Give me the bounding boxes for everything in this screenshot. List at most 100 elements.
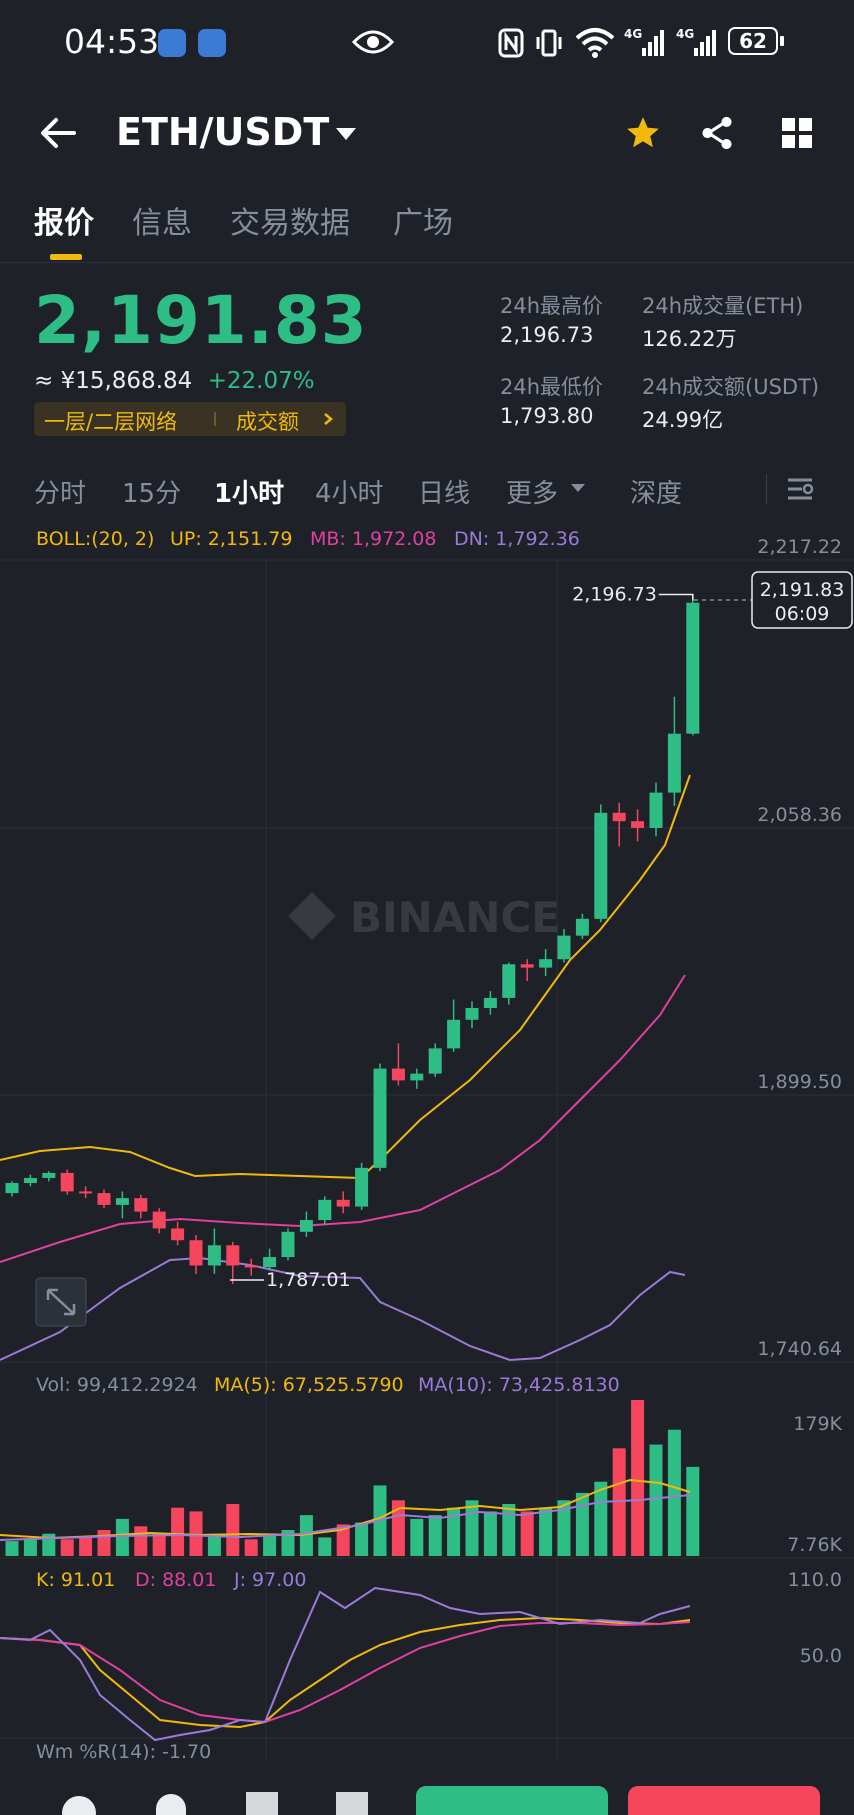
boll-mb-line <box>0 974 686 1263</box>
volume-bars-group <box>5 1400 700 1556</box>
volume-bar <box>631 1400 645 1556</box>
more-dots-icon[interactable] <box>62 1796 96 1815</box>
volume-bar <box>97 1530 111 1556</box>
interval-4h[interactable]: 4小时 <box>315 473 384 510</box>
chart-settings-icon[interactable] <box>784 474 816 504</box>
svg-text:4G: 4G <box>676 27 694 41</box>
eye-icon <box>352 30 394 54</box>
volume-bar <box>115 1518 129 1556</box>
candle-body <box>557 935 571 960</box>
volume-bar <box>263 1533 277 1556</box>
vol-tick-2: 7.76K <box>787 1534 842 1556</box>
vol-ma5-label: MA(5): 67,525.5790 <box>214 1374 404 1396</box>
grid-strategy-icon[interactable] <box>336 1792 368 1815</box>
buy-button[interactable] <box>416 1786 608 1815</box>
interval-divider <box>766 474 767 504</box>
candle-body <box>79 1191 93 1194</box>
candle-body <box>5 1183 19 1194</box>
svg-text:4G: 4G <box>624 27 642 41</box>
candle-body <box>465 1008 479 1020</box>
interval-depth[interactable]: 深度 <box>630 473 682 510</box>
tab-quote[interactable]: 报价 <box>34 198 94 242</box>
volume-bar <box>23 1539 37 1556</box>
app-notification-icon <box>158 29 186 57</box>
price-cny-line: ≈ ¥15,868.84 +22.07% <box>34 368 315 394</box>
candle-body <box>594 812 608 919</box>
price-tick-1: 2,217.22 <box>757 536 842 558</box>
status-time: 04:53 <box>64 22 160 61</box>
candle-body <box>539 959 553 968</box>
candle-body <box>226 1245 240 1266</box>
wr-label: Wm %R(14): -1.70 <box>36 1741 211 1760</box>
share-icon[interactable] <box>698 114 736 152</box>
chart-grid <box>0 559 854 1760</box>
volume-bar <box>686 1466 700 1556</box>
tab-trade-data[interactable]: 交易数据 <box>230 198 350 242</box>
candle-body <box>207 1245 221 1266</box>
candle-body <box>373 1068 387 1168</box>
network-badge[interactable]: 一层/二层网络 成交额 <box>34 402 346 436</box>
stat-low-label: 24h最低价 <box>500 375 604 399</box>
candle-body <box>115 1198 129 1205</box>
candle-body <box>263 1257 277 1268</box>
volume-bar <box>539 1507 553 1556</box>
volume-bar <box>355 1522 369 1556</box>
chevron-down-icon[interactable] <box>334 126 358 142</box>
candle-body <box>575 918 589 936</box>
volume-bar <box>60 1539 74 1556</box>
candle-body <box>355 1167 369 1207</box>
candle-body <box>318 1199 332 1221</box>
status-bar: 04:53 4G 4G 62 <box>0 0 854 86</box>
volume-bar <box>428 1515 442 1556</box>
back-arrow-icon[interactable] <box>38 116 78 150</box>
volume-bar <box>134 1526 148 1556</box>
candle-body <box>60 1172 74 1192</box>
battery-tip <box>780 36 784 46</box>
volume-bar <box>152 1533 166 1556</box>
stat-vol-usdt-value: 24.99亿 <box>642 408 724 432</box>
tab-info[interactable]: 信息 <box>132 198 192 242</box>
interval-daily[interactable]: 日线 <box>418 473 470 510</box>
sell-button[interactable] <box>628 1786 820 1815</box>
kdj-j-label: J: 97.00 <box>233 1569 306 1591</box>
interval-more[interactable]: 更多 <box>506 473 558 510</box>
signal-4g-2-icon: 4G <box>676 27 716 56</box>
candle-body <box>631 821 645 828</box>
more-dropdown-icon[interactable] <box>570 483 586 493</box>
candle-body <box>152 1211 166 1229</box>
boll-up-label: UP: 2,151.79 <box>170 528 292 550</box>
stat-high-label: 24h最高价 <box>500 294 604 318</box>
watermark-text: BINANCE <box>350 893 560 942</box>
star-icon[interactable] <box>624 114 662 152</box>
trading-bot-icon[interactable] <box>246 1792 278 1815</box>
interval-1h[interactable]: 1小时 <box>214 473 284 510</box>
low-price-marker: 1,787.01 <box>266 1269 351 1291</box>
candle-body <box>667 733 681 793</box>
tab-square[interactable]: 广场 <box>393 198 453 242</box>
boll-up-line <box>0 774 691 1180</box>
stat-vol-usdt-label: 24h成交额(USDT) <box>642 375 820 399</box>
candle-body <box>612 812 626 822</box>
candle-body <box>502 964 516 998</box>
pair-title[interactable]: ETH/USDT <box>116 110 329 154</box>
current-price-tag-value: 2,191.83 <box>760 579 845 601</box>
alert-bell-icon[interactable] <box>156 1794 186 1815</box>
volume-bar <box>410 1518 424 1556</box>
volume-bar <box>171 1507 185 1556</box>
kline-chart[interactable]: BINANCE BOLL:(20, 2) UP: 2,151.79 MB: 1,… <box>0 520 854 1760</box>
volume-bar <box>594 1481 608 1556</box>
candle-body <box>483 997 497 1009</box>
tab-active-indicator <box>50 254 82 260</box>
candle-body <box>686 602 700 734</box>
interval-time-share[interactable]: 分时 <box>34 473 86 510</box>
candle-body <box>447 1019 461 1049</box>
candle-body <box>42 1172 56 1178</box>
grid-icon[interactable] <box>780 116 814 150</box>
interval-15m[interactable]: 15分 <box>122 473 181 510</box>
boll-dn-label: DN: 1,792.36 <box>454 528 580 550</box>
kdj-k-label: K: 91.01 <box>36 1569 115 1591</box>
fullscreen-toggle[interactable] <box>35 1277 87 1327</box>
network-label: 一层/二层网络 <box>44 410 178 434</box>
candle-body <box>336 1199 350 1207</box>
volume-bar <box>667 1429 681 1556</box>
